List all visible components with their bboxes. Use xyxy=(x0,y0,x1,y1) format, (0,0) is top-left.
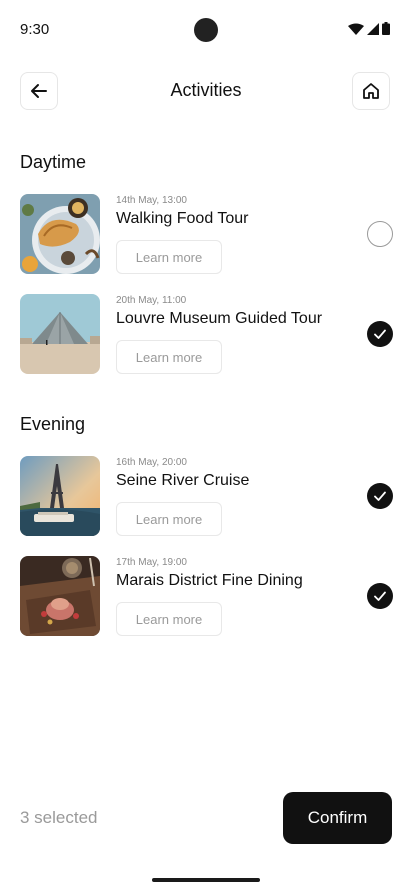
activity-title: Walking Food Tour xyxy=(116,210,249,227)
select-toggle[interactable] xyxy=(367,321,393,347)
activity-title: Louvre Museum Guided Tour xyxy=(116,310,323,327)
confirm-button[interactable]: Confirm xyxy=(283,792,392,844)
status-icons xyxy=(348,22,390,35)
learn-more-button[interactable]: Learn more xyxy=(116,340,222,374)
section-title-daytime: Daytime xyxy=(20,152,87,172)
checkmark-icon xyxy=(374,491,386,501)
activity-date: 14th May, 13:00 xyxy=(116,195,187,206)
camera-cutout xyxy=(194,18,218,42)
activity-image xyxy=(20,194,100,274)
activity-date: 17th May, 19:00 xyxy=(116,557,187,568)
home-indicator[interactable] xyxy=(152,878,260,882)
learn-more-button[interactable]: Learn more xyxy=(116,240,222,274)
activity-title: Marais District Fine Dining xyxy=(116,572,303,589)
section-title-evening: Evening xyxy=(20,414,86,434)
battery-icon xyxy=(382,22,390,35)
activity-item: 14th May, 13:00 Walking Food Tour Learn … xyxy=(20,194,393,274)
signal-icon xyxy=(367,22,379,35)
activity-item: 17th May, 19:00 Marais District Fine Din… xyxy=(20,556,393,636)
selected-count: 3 selected xyxy=(20,808,98,827)
page-title: Activities xyxy=(170,80,242,100)
select-toggle[interactable] xyxy=(367,483,393,509)
learn-more-button[interactable]: Learn more xyxy=(116,502,222,536)
select-toggle[interactable] xyxy=(367,221,393,247)
home-icon xyxy=(363,83,379,99)
learn-more-button[interactable]: Learn more xyxy=(116,602,222,636)
status-bar: 9:30 xyxy=(0,0,412,60)
checkmark-icon xyxy=(374,591,386,601)
activity-title: Seine River Cruise xyxy=(116,472,250,489)
activity-image xyxy=(20,294,100,374)
wifi-icon xyxy=(348,23,364,35)
home-button[interactable] xyxy=(352,72,390,110)
activity-date: 20th May, 11:00 xyxy=(116,295,187,306)
activity-date: 16th May, 20:00 xyxy=(116,457,187,468)
app-header: Activities xyxy=(0,72,412,112)
activity-item: 20th May, 11:00 Louvre Museum Guided Tou… xyxy=(20,294,393,374)
status-time: 9:30 xyxy=(20,21,50,38)
activity-item: 16th May, 20:00 Seine River Cruise Learn… xyxy=(20,456,393,536)
activity-image xyxy=(20,556,100,636)
checkmark-icon xyxy=(374,329,386,339)
activity-image xyxy=(20,456,100,536)
select-toggle[interactable] xyxy=(367,583,393,609)
